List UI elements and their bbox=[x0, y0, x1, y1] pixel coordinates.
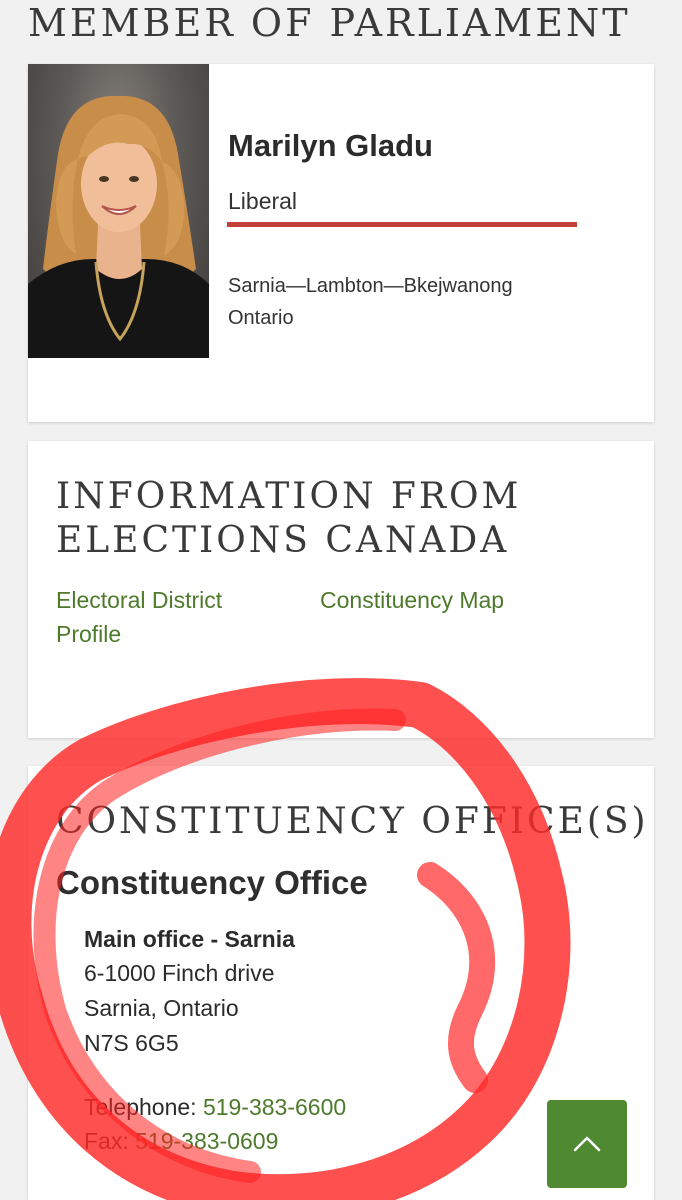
mp-name: Marilyn Gladu bbox=[228, 128, 433, 163]
office-postal-code: N7S 6G5 bbox=[84, 1030, 179, 1056]
party-color-bar bbox=[227, 222, 577, 227]
fax-label: Fax: bbox=[84, 1128, 129, 1154]
scroll-to-top-button[interactable] bbox=[547, 1100, 627, 1188]
elections-canada-card: INFORMATION FROM ELECTIONS CANADA Electo… bbox=[28, 441, 654, 738]
office-address-line2: Sarnia, Ontario bbox=[84, 995, 239, 1021]
office-subheading: Constituency Office bbox=[56, 864, 368, 901]
fax-link[interactable]: 519-383-0609 bbox=[135, 1128, 278, 1154]
office-fax: Fax: 519-383-0609 bbox=[84, 1128, 278, 1155]
office-name: Main office - Sarnia bbox=[84, 926, 295, 952]
mp-card: Marilyn Gladu Liberal Sarnia—Lambton—Bke… bbox=[28, 64, 654, 422]
elections-heading-text: INFORMATION FROM ELECTIONS CANADA bbox=[56, 476, 522, 561]
telephone-link[interactable]: 519-383-6600 bbox=[203, 1094, 346, 1120]
constituency-map-link[interactable]: Constituency Map bbox=[320, 583, 504, 617]
office-address-line1: 6-1000 Finch drive bbox=[84, 960, 275, 986]
mp-party: Liberal bbox=[228, 188, 298, 214]
offices-heading: CONSTITUENCY OFFICE(S) bbox=[56, 801, 649, 842]
mp-portrait-photo bbox=[28, 64, 209, 358]
office-telephone: Telephone: 519-383-6600 bbox=[84, 1094, 346, 1121]
electoral-district-profile-link[interactable]: Electoral District Profile bbox=[56, 583, 276, 651]
elections-heading: INFORMATION FROM ELECTIONS CANADA bbox=[56, 475, 556, 563]
page-title: MEMBER OF PARLIAMENT bbox=[28, 1, 631, 45]
mp-province: Ontario bbox=[228, 307, 294, 329]
chevron-up-icon bbox=[573, 1136, 601, 1152]
telephone-label: Telephone: bbox=[84, 1094, 197, 1120]
mp-riding: Sarnia—Lambton—Bkejwanong bbox=[228, 275, 513, 297]
